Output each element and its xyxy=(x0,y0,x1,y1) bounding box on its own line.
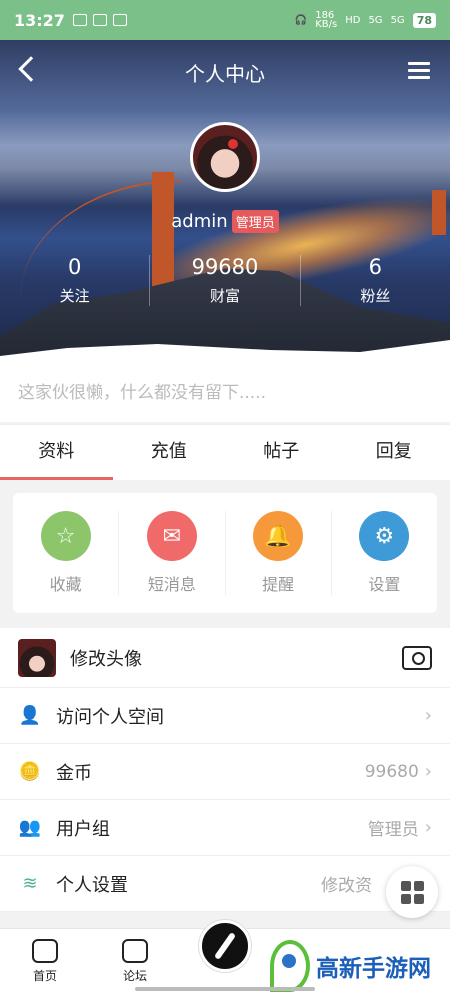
user-stats: 0 关注 99680 财富 6 粉丝 xyxy=(0,255,450,306)
tab-recharge[interactable]: 充值 xyxy=(113,425,226,480)
settings-value: 修改资 xyxy=(321,876,372,896)
status-bar: 13:27 🎧 186 KB/s HD 5G 5G 78 xyxy=(0,0,450,40)
tab-posts[interactable]: 帖子 xyxy=(225,425,338,480)
nav-label: 首页 xyxy=(32,969,57,983)
notification-icon xyxy=(112,14,127,26)
stat-fans[interactable]: 6 粉丝 xyxy=(299,255,450,306)
user-name-row: admin 管理员 xyxy=(0,210,450,233)
profile-tabs: 资料 充值 帖子 回复 xyxy=(0,424,450,480)
grid-menu-button[interactable] xyxy=(386,866,438,918)
person-icon: 👤 xyxy=(18,705,42,726)
chevron-right-icon: › xyxy=(424,705,432,726)
home-icon xyxy=(32,939,58,963)
tab-profile[interactable]: 资料 xyxy=(0,425,113,480)
quick-label: 提醒 xyxy=(262,575,295,594)
back-icon[interactable] xyxy=(18,56,44,82)
coins-value: 99680 xyxy=(364,761,419,782)
top-nav: 个人中心 xyxy=(0,50,450,94)
quick-actions-card: ☆ 收藏 ✉ 短消息 🔔 提醒 ⚙ 设置 xyxy=(13,493,437,613)
bell-icon: 🔔 xyxy=(253,511,304,561)
user-group-value: 管理员 xyxy=(367,820,419,840)
avatar[interactable] xyxy=(190,122,260,192)
page-title: 个人中心 xyxy=(185,61,265,86)
status-notification-icons xyxy=(72,14,127,26)
messages-button[interactable]: ✉ 短消息 xyxy=(118,511,224,595)
list-item-label: 修改头像 xyxy=(70,648,142,670)
grid-icon xyxy=(400,893,411,904)
coins-icon: 🪙 xyxy=(18,761,42,782)
list-item-label: 用户组 xyxy=(56,818,110,840)
list-item-user-group[interactable]: 👥 用户组 管理员 › xyxy=(0,800,450,856)
menu-icon[interactable] xyxy=(408,62,430,80)
stat-label: 粉丝 xyxy=(360,287,391,305)
star-icon: ☆ xyxy=(40,511,91,561)
stat-label: 财富 xyxy=(209,287,240,305)
grid-icon xyxy=(413,893,424,904)
list-item-label: 访问个人空间 xyxy=(56,706,164,728)
watermark-text: 高新手游网 xyxy=(316,956,431,982)
camera-icon[interactable] xyxy=(402,645,432,670)
stat-label: 关注 xyxy=(59,287,90,305)
list-item-coins[interactable]: 🪙 金币 99680 › xyxy=(0,744,450,800)
list-item-visit-space[interactable]: 👤 访问个人空间 › xyxy=(0,688,450,744)
headphones-icon: 🎧 xyxy=(294,14,308,26)
quick-label: 收藏 xyxy=(49,575,82,594)
grid-icon xyxy=(400,880,411,891)
reminders-button[interactable]: 🔔 提醒 xyxy=(224,511,331,595)
chevron-right-icon: › xyxy=(424,817,432,838)
settings-bars-icon: ≋ xyxy=(22,873,38,894)
compass-icon[interactable] xyxy=(199,920,251,972)
role-badge: 管理员 xyxy=(231,210,279,233)
chevron-right-icon: › xyxy=(424,761,432,782)
nav-label: 论坛 xyxy=(122,969,147,983)
signal-5g-2: 5G xyxy=(390,14,405,26)
stat-following[interactable]: 0 关注 xyxy=(0,255,149,306)
chat-icon xyxy=(122,939,148,963)
gear-icon: ⚙ xyxy=(359,511,410,561)
watermark-logo-icon xyxy=(270,940,310,992)
stat-value: 6 xyxy=(368,255,382,279)
list-item-label: 个人设置 xyxy=(56,874,128,896)
signal-5g-1: 5G xyxy=(368,14,383,26)
username: admin xyxy=(171,211,228,232)
status-right: 🎧 186 KB/s HD 5G 5G 78 xyxy=(294,10,436,30)
user-signature: 这家伙很懒，什么都没有留下..... xyxy=(0,362,450,422)
list-item-edit-avatar[interactable]: 修改头像 xyxy=(0,628,450,688)
network-speed: 186 KB/s xyxy=(315,10,338,30)
favorites-button[interactable]: ☆ 收藏 xyxy=(13,511,118,595)
grid-icon xyxy=(413,880,424,891)
status-time: 13:27 xyxy=(14,10,65,30)
quick-label: 设置 xyxy=(368,575,401,594)
notification-icon xyxy=(92,14,107,26)
watermark: 高新手游网 xyxy=(270,940,431,992)
settings-button[interactable]: ⚙ 设置 xyxy=(330,511,437,595)
nav-home[interactable]: 首页 xyxy=(0,929,90,995)
home-indicator[interactable] xyxy=(135,987,315,991)
stat-value: 0 xyxy=(67,255,82,279)
nav-forum[interactable]: 论坛 xyxy=(90,929,180,995)
avatar-thumbnail xyxy=(18,638,56,677)
profile-menu-list: 修改头像 👤 访问个人空间 › 🪙 金币 99680 › 👥 用户组 管理员 ›… xyxy=(0,628,450,912)
hd-icon: HD xyxy=(345,14,361,26)
tab-replies[interactable]: 回复 xyxy=(338,425,450,480)
battery-icon: 78 xyxy=(412,12,436,28)
quick-label: 短消息 xyxy=(147,575,196,594)
list-item-label: 金币 xyxy=(56,762,92,784)
stat-value: 99680 xyxy=(191,255,259,279)
notification-icon xyxy=(72,14,87,26)
list-item-settings[interactable]: ≋ 个人设置 修改资 xyxy=(0,856,450,912)
user-group-icon: 👥 xyxy=(18,817,42,838)
stat-wealth[interactable]: 99680 财富 xyxy=(149,255,299,306)
mail-icon: ✉ xyxy=(146,511,197,561)
